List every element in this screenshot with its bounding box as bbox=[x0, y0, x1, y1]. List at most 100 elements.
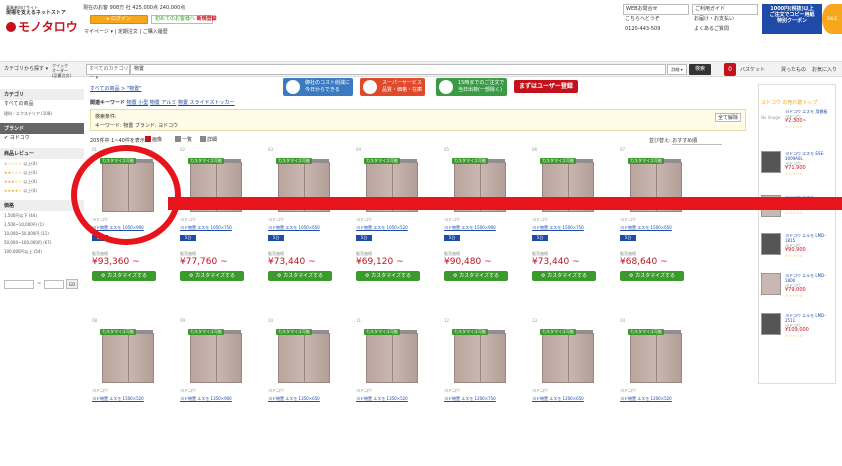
product-image[interactable]: カスタマイズ可能 bbox=[448, 326, 510, 386]
customize-button[interactable]: ⚙ カスタマイズする bbox=[444, 271, 508, 281]
product-name-link[interactable]: ヨド物置 エスモ 1050×520 bbox=[356, 225, 408, 231]
product-image[interactable]: カスタマイズ可能 bbox=[360, 326, 422, 386]
product-image[interactable]: カスタマイズ可能 bbox=[536, 326, 598, 386]
view-image-toggle[interactable]: 画像 bbox=[145, 136, 162, 143]
sort-select[interactable]: おすすめ順 bbox=[672, 137, 723, 145]
favorites-link[interactable]: お気に入り bbox=[812, 66, 837, 73]
product-card[interactable]: 09 カスタマイズ可能 ヨドコウ ヨド物置 エスモ 1350×900 bbox=[178, 318, 258, 466]
view-list-toggle[interactable]: 一覧 bbox=[175, 136, 192, 143]
customize-button[interactable]: ⚙ カスタマイズする bbox=[268, 271, 332, 281]
customize-button[interactable]: ⚙ カスタマイズする bbox=[180, 271, 244, 281]
price-go-button[interactable]: GO bbox=[66, 279, 78, 289]
product-card[interactable]: 07 カスタマイズ可能 ヨドコウ ヨド物置 エスモ 1500×650 5日 販売価格 ¥68… bbox=[618, 147, 698, 295]
ranking-item-name[interactable]: ヨドコウ エスモ ESE-1009A0L bbox=[785, 151, 835, 161]
cart-icon[interactable]: 0 bbox=[724, 63, 736, 76]
price-filter-4[interactable]: 50,000~100,000円 (67) bbox=[0, 238, 84, 247]
customize-button[interactable]: ⚙ カスタマイズする bbox=[356, 271, 420, 281]
brand-header[interactable]: ブランド bbox=[0, 123, 84, 134]
product-name-link[interactable]: ヨド物置 エスモ 1350×650 bbox=[268, 396, 320, 402]
price-max-input[interactable] bbox=[44, 280, 64, 289]
product-name-link[interactable]: ヨド物置 エスモ 1200×520 bbox=[620, 396, 672, 402]
product-card[interactable]: 04 カスタマイズ可能 ヨドコウ ヨド物置 エスモ 1050×520 5日 販売価格 ¥69… bbox=[354, 147, 434, 295]
guide-button[interactable]: ご利用ガイド bbox=[692, 4, 758, 15]
ranking-item[interactable]: ヨドコウ エルモ LMD-2511 ヨドコウ ¥109,000 ☆☆☆☆☆ bbox=[761, 313, 835, 353]
breadcrumb-link[interactable]: すべての商品 > "物置" bbox=[90, 86, 141, 92]
customize-button[interactable]: ⚙ カスタマイズする bbox=[532, 271, 596, 281]
product-image[interactable]: カスタマイズ可能 bbox=[96, 326, 158, 386]
search-detail-select[interactable]: 詳細 ▾ bbox=[667, 64, 687, 75]
category-item[interactable]: 理科・エクステリア (108) bbox=[0, 109, 84, 118]
product-name-link[interactable]: ヨド物置 エスモ 1200×750 bbox=[444, 396, 496, 402]
product-card[interactable]: 13 カスタマイズ可能 ヨドコウ ヨド物置 エスモ 1200×650 bbox=[530, 318, 610, 466]
clear-conditions-button[interactable]: 全て解除 bbox=[714, 113, 741, 122]
product-card[interactable]: 14 カスタマイズ可能 ヨドコウ ヨド物置 エスモ 1200×520 bbox=[618, 318, 698, 466]
related-link-1[interactable]: 物置 小型 bbox=[127, 100, 149, 106]
price-count: (54) bbox=[33, 249, 43, 254]
product-card[interactable]: 08 カスタマイズ可能 ヨドコウ ヨド物置 エスモ 1500×520 bbox=[90, 318, 170, 466]
ranking-item-name[interactable]: ヨドコウ エルモ LMD-1815 bbox=[785, 233, 835, 243]
price-filter-2[interactable]: 1,500~10,000円 (1) bbox=[0, 220, 84, 229]
brand-item[interactable]: ✔ ヨドコウ bbox=[0, 134, 84, 143]
customize-button[interactable]: ⚙ カスタマイズする bbox=[620, 271, 684, 281]
review-header[interactable]: 商品レビュー bbox=[0, 148, 84, 159]
product-name-link[interactable]: ヨド物置 エスモ 1050×750 bbox=[180, 225, 232, 231]
quick-order-button[interactable]: クイック オーダー (品番注文) bbox=[52, 63, 71, 78]
ranking-item-name[interactable]: ヨドコウ エルモ LMD-1800 bbox=[785, 273, 835, 283]
banner-cost[interactable]: 御社のコスト削減に 今日からできる bbox=[283, 78, 354, 96]
customize-button[interactable]: ⚙ カスタマイズする bbox=[92, 271, 156, 281]
product-name-link[interactable]: ヨド物置 エスモ 1500×520 bbox=[92, 396, 144, 402]
login-button[interactable]: ▸ ログイン bbox=[90, 15, 148, 24]
price-min-input[interactable] bbox=[4, 280, 34, 289]
buy-again-link[interactable]: 買ったもの bbox=[781, 66, 806, 73]
product-name-link[interactable]: ヨド物置 エスモ 1050×650 bbox=[268, 225, 320, 231]
ranking-item-name[interactable]: ヨドコウ エルモ LMD-2511 bbox=[785, 313, 835, 323]
view-detail-toggle[interactable]: 詳細 bbox=[200, 136, 217, 143]
product-image[interactable]: カスタマイズ可能 bbox=[184, 326, 246, 386]
sale-badge[interactable]: SALE bbox=[822, 4, 842, 34]
mypage-links[interactable]: マイページ ▾ | 定期注文 | ご購入履歴 bbox=[84, 28, 168, 35]
category-select[interactable]: すべてのカテゴリー ▾ bbox=[86, 64, 130, 81]
product-image[interactable]: カスタマイズ可能 bbox=[624, 326, 686, 386]
site-logo[interactable]: モノタロウ bbox=[6, 18, 78, 35]
web-contact-button[interactable]: WEBお問合せ bbox=[623, 4, 689, 15]
ranking-item[interactable]: ヨドコウ エルモ LMD-1800 ヨドコウ ¥79,000 ☆☆☆☆☆ bbox=[761, 273, 835, 313]
product-name-link[interactable]: ヨド物置 エスモ 1200×650 bbox=[532, 396, 584, 402]
user-register-button[interactable]: まずはユーザー登録 bbox=[514, 80, 578, 93]
related-link-2[interactable]: 物置 アルミ bbox=[150, 100, 177, 106]
product-image[interactable]: カスタマイズ可能 bbox=[272, 326, 334, 386]
product-card[interactable]: 05 カスタマイズ可能 ヨドコウ ヨド物置 エスモ 1500×900 5日 販売価格 ¥90… bbox=[442, 147, 522, 295]
related-label: 関連キーワード bbox=[90, 100, 126, 106]
price-filter-1[interactable]: 1,500円以下 (44) bbox=[0, 211, 84, 220]
product-name-link[interactable]: ヨド物置 エスモ 1500×650 bbox=[620, 225, 672, 231]
price-filter-5[interactable]: 100,000円以上 (54) bbox=[0, 247, 84, 256]
product-card[interactable]: 12 カスタマイズ可能 ヨドコウ ヨド物置 エスモ 1200×750 bbox=[442, 318, 522, 466]
coupon-banner[interactable]: 1000円(税抜)以上 ご注文でコピー用紙 特別クーポン bbox=[762, 4, 822, 34]
review-filter-2[interactable]: ★★☆☆☆ 以上(4) bbox=[0, 168, 84, 177]
ranking-item[interactable]: ヨドコウ エルモ LMD-1815 ヨドコウ ¥90,900 ☆☆☆☆☆ bbox=[761, 233, 835, 273]
search-input[interactable]: 物置 bbox=[130, 64, 666, 75]
product-name-link[interactable]: ヨド物置 エスモ 1350×520 bbox=[356, 396, 408, 402]
first-time-button[interactable]: 初めてのお客様へ 新規登録 bbox=[151, 15, 217, 24]
product-card[interactable]: 11 カスタマイズ可能 ヨドコウ ヨド物置 エスモ 1350×520 bbox=[354, 318, 434, 466]
product-card[interactable]: 06 カスタマイズ可能 ヨドコウ ヨド物置 エスモ 1500×750 5日 販売価格 ¥73… bbox=[530, 147, 610, 295]
banner-service[interactable]: スーパーサービス 品質・価格・在庫 bbox=[360, 78, 426, 96]
sort-control[interactable]: 並び替え: おすすめ順 bbox=[649, 137, 723, 145]
search-button[interactable]: 検索 bbox=[689, 64, 711, 75]
category-menu-button[interactable]: カテゴリから探す ▾ bbox=[4, 65, 48, 72]
all-products-link[interactable]: すべての商品 bbox=[0, 100, 84, 109]
related-link-3[interactable]: 物置 スライドストッカー bbox=[178, 100, 235, 106]
faq-link[interactable]: よくあるご質問 bbox=[692, 25, 758, 36]
ranking-item[interactable]: ヨドコウ エスモ ESE-1009A0L ヨドコウ ¥71,900 ☆☆☆☆☆ bbox=[761, 151, 835, 191]
review-filter-1[interactable]: ★☆☆☆☆ 以上(4) bbox=[0, 159, 84, 168]
new-register-link[interactable]: 新規登録 bbox=[197, 16, 217, 22]
cart-link[interactable]: バスケット bbox=[740, 66, 765, 73]
price-filter-3[interactable]: 10,000~50,000円 (11) bbox=[0, 229, 84, 238]
product-card[interactable]: 02 カスタマイズ可能 ヨドコウ ヨド物置 エスモ 1050×750 5日 販売価格 ¥77… bbox=[178, 147, 258, 295]
product-name-link[interactable]: ヨド物置 エスモ 1350×900 bbox=[180, 396, 232, 402]
product-card[interactable]: 10 カスタマイズ可能 ヨドコウ ヨド物置 エスモ 1350×650 bbox=[266, 318, 346, 466]
banner-shipping[interactable]: 15時までのご注文で 当日出荷(一部除く) bbox=[436, 78, 508, 96]
ranking-item[interactable]: No Image ヨドコウ エスモ 用棚板 ヨドコウ ¥2,300~ ☆☆☆☆☆ bbox=[761, 109, 835, 149]
product-card[interactable]: 03 カスタマイズ可能 ヨドコウ ヨド物置 エスモ 1050×650 5日 販売価格 ¥73… bbox=[266, 147, 346, 295]
product-name-link[interactable]: ヨド物置 エスモ 1500×900 bbox=[444, 225, 496, 231]
product-name-link[interactable]: ヨド物置 エスモ 1500×750 bbox=[532, 225, 584, 231]
